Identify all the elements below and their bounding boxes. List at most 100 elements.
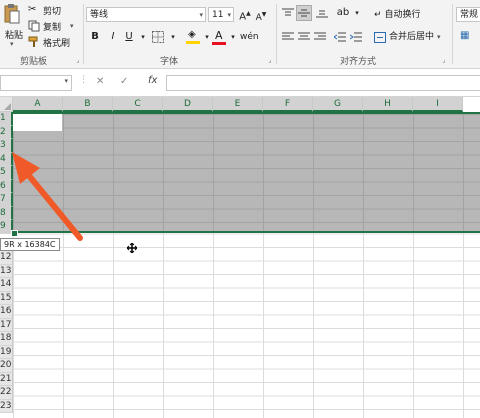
column-header-d[interactable]: D [163,97,213,112]
row-header-22[interactable]: 22 [0,386,13,400]
fill-color-button[interactable]: ◈ [186,29,200,45]
increase-indent-icon[interactable] [350,32,362,42]
ribbon: 粘贴 ▾ ✂ 剪切 复制 ▾ 格式刷 剪贴板 ⌟ 等线 ▾ 11 ▾ A▲ A▼… [0,0,480,69]
row-header-5[interactable]: 5 [0,166,13,180]
borders-icon[interactable] [152,31,164,43]
drag-handle-icon[interactable]: ⋮ [79,75,88,85]
wrap-text-icon: ↵ [374,10,382,20]
chevron-down-icon[interactable]: ▾ [166,30,180,44]
select-all-icon [4,103,11,110]
fill-color-swatch [186,41,200,44]
orientation-icon[interactable]: ab [336,6,350,20]
bold-button[interactable]: B [88,30,102,44]
align-left-icon[interactable] [282,32,294,42]
row-header-12[interactable]: 12 [0,251,13,265]
chevron-down-icon[interactable]: ▾ [350,6,364,20]
chevron-down-icon: ▾ [70,22,74,30]
format-painter-button[interactable]: 格式刷 [28,35,70,49]
row-header-1[interactable]: 1 [0,112,13,126]
align-middle-button[interactable] [296,5,312,21]
decrease-font-size-icon[interactable]: A▼ [254,8,268,23]
font-family-select[interactable]: 等线 ▾ [86,7,206,22]
column-header-h[interactable]: H [363,97,413,112]
row-header-2[interactable]: 2 [0,125,13,139]
cancel-icon[interactable]: ✕ [96,76,104,87]
merge-center-button[interactable]: 合并后居中 ▾ [374,30,441,44]
row-header-20[interactable]: 20 [0,359,13,373]
row-header-7[interactable]: 7 [0,193,13,207]
column-header-a[interactable]: A [13,97,63,112]
paint-bucket-icon: ◈ [188,29,196,40]
copy-button[interactable]: 复制 ▾ [28,19,74,33]
cut-button[interactable]: ✂ 剪切 [28,3,61,17]
align-bottom-icon[interactable] [316,8,328,18]
select-all-button[interactable] [0,97,13,112]
font-color-swatch [212,42,226,45]
cut-label: 剪切 [43,6,62,17]
column-header-i[interactable]: I [413,97,463,112]
fill-handle[interactable] [11,230,18,237]
phonetic-icon[interactable]: wén [240,30,259,44]
row-header-6[interactable]: 6 [0,179,13,193]
row-header-18[interactable]: 18 [0,332,13,346]
active-cell[interactable] [13,114,62,131]
decrease-indent-icon[interactable] [334,32,346,42]
copy-icon [28,20,40,32]
selected-rows-range[interactable] [13,112,480,233]
row-header-19[interactable]: 19 [0,345,13,359]
merge-center-label: 合并后居中 [389,32,435,42]
row-header-4[interactable]: 4 [0,152,13,166]
name-box[interactable]: ▾ [0,75,72,91]
column-header-b[interactable]: B [63,97,113,112]
chevron-down-icon[interactable]: ▾ [136,30,150,44]
insert-function-icon[interactable]: fx [148,75,157,86]
scissors-icon: ✂ [28,4,37,15]
worksheet-grid[interactable]: ABCDEFGHI 123456789111213141516171819202… [0,97,480,418]
row-header-17[interactable]: 17 [0,318,13,332]
paste-button[interactable]: 粘贴 ▾ [2,2,24,48]
font-launcher-icon[interactable]: ⌟ [266,56,274,64]
row-header-21[interactable]: 21 [0,372,13,386]
font-color-icon: A [215,29,223,42]
align-top-icon[interactable] [282,8,294,18]
formula-input[interactable] [166,75,480,91]
row-header-13[interactable]: 13 [0,264,13,278]
currency-icon[interactable]: ▦ [460,30,469,41]
row-header-16[interactable]: 16 [0,305,13,319]
alignment-group-label: 对齐方式 [340,57,377,67]
row-header-14[interactable]: 14 [0,278,13,292]
chevron-down-icon: ▾ [227,11,231,19]
row-header-8[interactable]: 8 [0,206,13,220]
divider [276,4,277,64]
enter-icon[interactable]: ✓ [120,76,128,87]
divider [83,4,84,64]
brush-icon [28,36,38,47]
number-format-select[interactable]: 常规 [456,7,480,22]
underline-button[interactable]: U [122,30,136,44]
font-size-select[interactable]: 11 ▾ [208,7,234,22]
column-header-f[interactable]: F [263,97,313,112]
formula-bar: ▾ ⋮ ✕ ✓ fx [0,69,480,97]
alignment-launcher-icon[interactable]: ⌟ [440,56,448,64]
copy-label: 复制 [43,22,62,33]
chevron-down-icon[interactable]: ▾ [226,30,240,44]
format-painter-label: 格式刷 [43,38,71,49]
row-header-23[interactable]: 23 [0,399,13,413]
increase-font-size-icon[interactable]: A▲ [238,7,252,22]
column-header-c[interactable]: C [113,97,163,112]
align-center-icon[interactable] [298,32,310,42]
row-header-15[interactable]: 15 [0,291,13,305]
clipboard-launcher-icon[interactable]: ⌟ [74,56,82,64]
font-color-button[interactable]: A [212,29,226,45]
paste-label: 粘贴 [5,31,24,41]
column-header-e[interactable]: E [213,97,263,112]
clipboard-group-label: 剪贴板 [20,57,48,67]
align-right-icon[interactable] [314,32,326,42]
wrap-text-label: 自动换行 [384,10,421,20]
italic-button[interactable]: I [106,30,120,44]
chevron-down-icon: ▾ [64,77,68,85]
row-header-3[interactable]: 3 [0,139,13,153]
wrap-text-button[interactable]: ↵ 自动换行 [374,8,421,22]
number-format-value: 常规 [460,10,479,20]
column-header-g[interactable]: G [313,97,363,112]
